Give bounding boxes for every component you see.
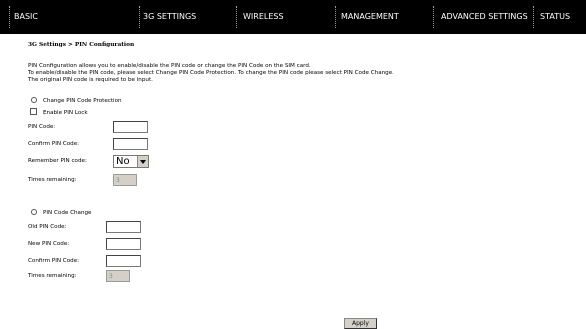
nav-separator	[335, 6, 336, 28]
nav-separator	[9, 6, 10, 28]
new-pin-code-input[interactable]	[106, 238, 141, 250]
change-times-remaining-field	[106, 270, 130, 282]
pin-change-label: PIN Code Change	[43, 210, 92, 216]
confirm-pin-code-label: Confirm PIN Code:	[28, 141, 80, 147]
change-times-remaining-label: Times remaining:	[28, 273, 77, 279]
confirm-new-pin-code-label: Confirm PIN Code:	[28, 258, 80, 264]
pin-protection-label: Change PIN Code Protection	[43, 98, 122, 104]
nav-separator	[433, 6, 434, 28]
remember-pin-value: No	[116, 156, 130, 167]
enable-pin-lock-checkbox[interactable]	[30, 108, 37, 115]
pin-code-input[interactable]	[113, 121, 148, 133]
nav-3g-settings[interactable]: 3G SETTINGS	[143, 0, 196, 34]
apply-button[interactable]: Apply	[344, 318, 377, 329]
nav-wireless[interactable]: WIRELESS	[243, 0, 284, 34]
top-navigation: BASIC 3G SETTINGS WIRELESS MANAGEMENT AD…	[0, 0, 586, 34]
chevron-down-icon[interactable]	[137, 156, 148, 167]
new-pin-code-label: New PIN Code:	[28, 241, 70, 247]
nav-status[interactable]: STATUS	[540, 0, 570, 34]
nav-basic[interactable]: BASIC	[14, 0, 38, 34]
confirm-pin-code-input[interactable]	[113, 138, 148, 150]
description-line-3: The original PIN code is required to be …	[28, 77, 153, 83]
pin-change-radio[interactable]	[31, 209, 37, 215]
description-line-2: To enable/disable the PIN code, please s…	[28, 70, 394, 76]
nav-separator	[236, 6, 237, 28]
enable-pin-lock-label: Enable PIN Lock	[43, 110, 88, 116]
nav-separator	[533, 6, 534, 28]
times-remaining-label: Times remaining:	[28, 177, 77, 183]
remember-pin-select[interactable]: No	[113, 155, 149, 168]
old-pin-code-input[interactable]	[106, 221, 141, 233]
breadcrumb: 3G Settings > PIN Configuration	[28, 42, 135, 48]
nav-separator	[139, 6, 140, 28]
pin-protection-radio[interactable]	[31, 97, 37, 103]
description-line-1: PIN Configuration allows you to enable/d…	[28, 63, 311, 69]
old-pin-code-label: Old PIN Code:	[28, 224, 67, 230]
nav-advanced-settings[interactable]: ADVANCED SETTINGS	[441, 0, 528, 34]
times-remaining-field	[113, 174, 137, 186]
pin-code-label: PIN Code:	[28, 124, 56, 130]
nav-management[interactable]: MANAGEMENT	[341, 0, 399, 34]
remember-pin-label: Remember PIN code:	[28, 158, 87, 164]
confirm-new-pin-code-input[interactable]	[106, 255, 141, 267]
